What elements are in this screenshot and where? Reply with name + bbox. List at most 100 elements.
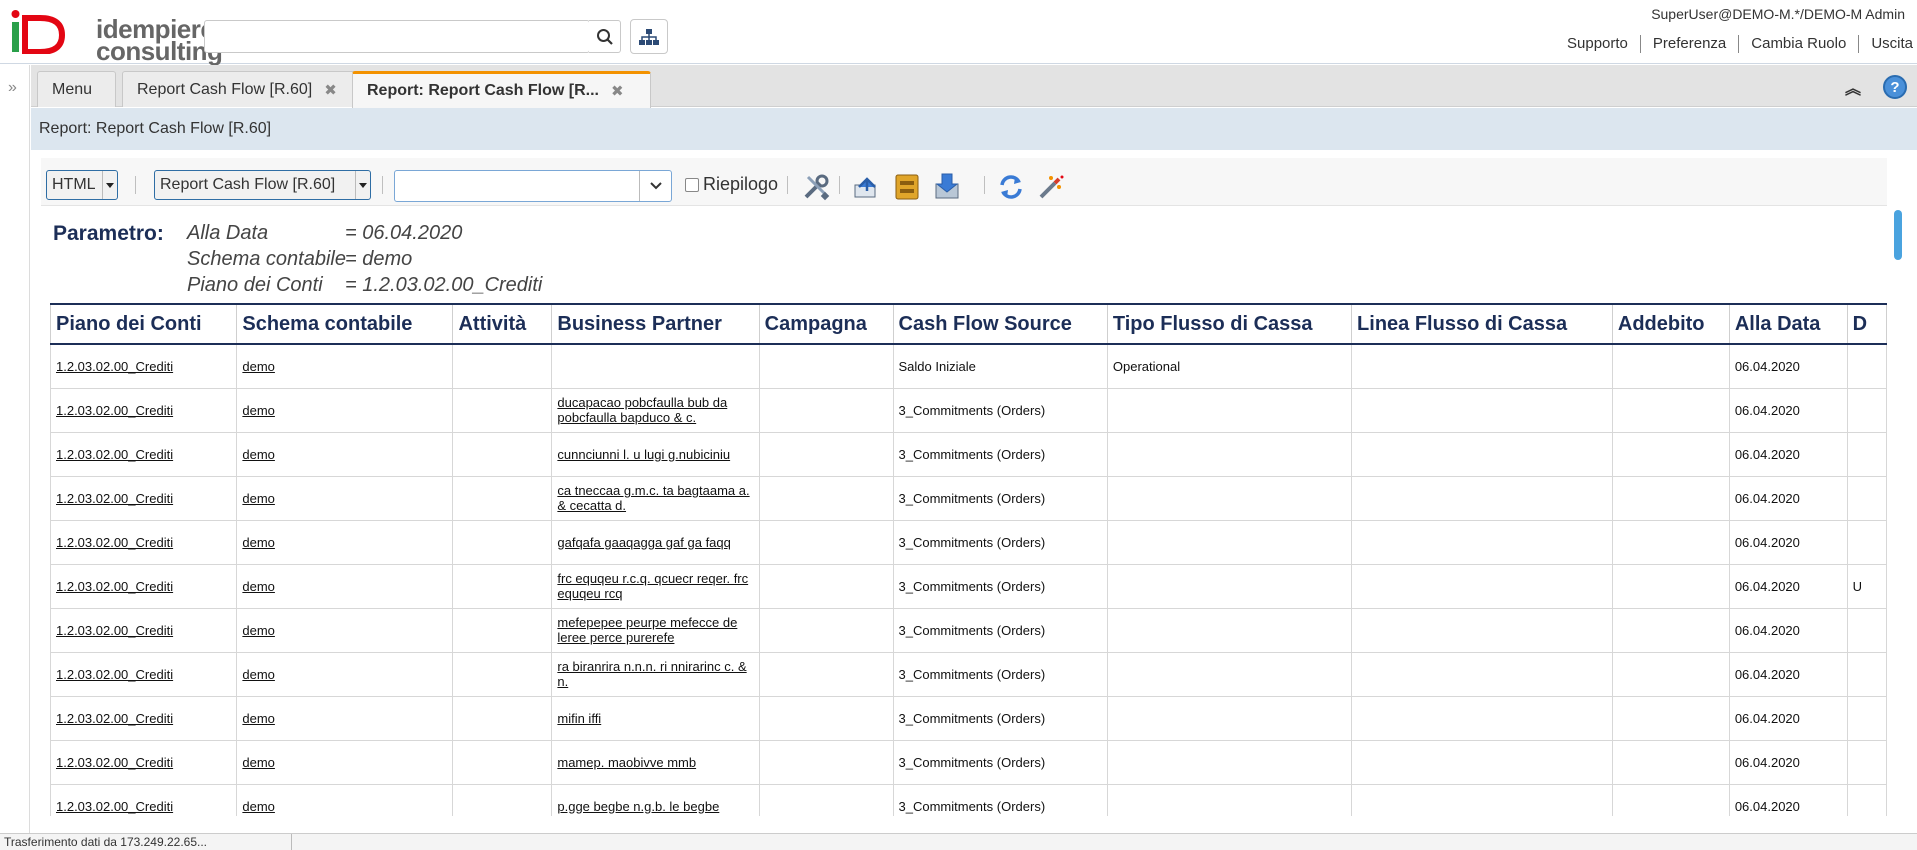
table-cell[interactable]: demo (236, 475, 454, 521)
table-cell[interactable]: ra biranrira n.n.n. ri nnirarinc c. & n. (551, 651, 760, 697)
drill-link[interactable]: 1.2.03.02.00_Crediti (56, 667, 173, 682)
combobox-button[interactable] (639, 171, 671, 201)
column-header[interactable]: Alla Data (1728, 303, 1848, 345)
table-cell[interactable]: demo (236, 563, 454, 609)
help-icon[interactable]: ? (1883, 75, 1907, 99)
table-cell[interactable]: cunnciunni l. u lugi g.nubiciniu (551, 431, 760, 477)
drill-link[interactable]: frc equqeu r.c.q. qcuecr reqer. frc equq… (557, 571, 748, 601)
drill-link[interactable]: mamep. maobivve mmb (557, 755, 696, 770)
drill-link[interactable]: 1.2.03.02.00_Crediti (56, 403, 173, 418)
close-icon[interactable]: ✖ (324, 81, 337, 99)
tab-menu[interactable]: Menu (37, 71, 116, 107)
checkbox[interactable] (685, 177, 699, 192)
company-logo[interactable]: idempiere consulting (10, 8, 223, 64)
archive-button[interactable] (892, 172, 922, 202)
drill-link[interactable]: ca tneccaa g.m.c. ta bagtaama a. & cecat… (557, 483, 749, 513)
table-cell[interactable]: 1.2.03.02.00_Crediti (49, 431, 238, 477)
table-cell[interactable]: 1.2.03.02.00_Crediti (49, 563, 238, 609)
column-header[interactable]: Attività (452, 303, 553, 345)
table-cell[interactable]: demo (236, 387, 454, 433)
table-cell[interactable]: p.gge begbe n.g.b. le begbe (551, 783, 760, 816)
drill-link[interactable]: mefepepee peurpe mefecce de leree perce … (557, 615, 737, 645)
drill-link[interactable]: demo (242, 711, 275, 726)
drill-link[interactable]: 1.2.03.02.00_Crediti (56, 491, 173, 506)
search-button[interactable] (589, 20, 621, 53)
table-cell[interactable]: demo (236, 783, 454, 816)
support-link[interactable]: Supporto (1555, 35, 1641, 53)
send-mail-button[interactable] (852, 172, 882, 202)
table-cell[interactable]: 1.2.03.02.00_Crediti (49, 651, 238, 697)
drill-link[interactable]: 1.2.03.02.00_Crediti (56, 799, 173, 814)
column-header[interactable]: Tipo Flusso di Cassa (1106, 303, 1353, 345)
close-icon[interactable]: ✖ (611, 82, 624, 100)
table-cell[interactable]: 1.2.03.02.00_Crediti (49, 519, 238, 565)
customize-button[interactable] (801, 172, 831, 202)
scrollbar-thumb[interactable] (1894, 210, 1902, 260)
drill-link[interactable]: 1.2.03.02.00_Crediti (56, 623, 173, 638)
drill-link[interactable]: ra biranrira n.n.n. ri nnirarinc c. & n. (557, 659, 746, 689)
global-search-input[interactable] (204, 20, 590, 53)
column-header[interactable]: Schema contabile (236, 303, 454, 345)
drill-link[interactable]: ducapacao pobcfaulla bub da pobcfaulla b… (557, 395, 727, 425)
drill-link[interactable]: 1.2.03.02.00_Crediti (56, 579, 173, 594)
table-cell[interactable]: ca tneccaa g.m.c. ta bagtaama a. & cecat… (551, 475, 760, 521)
table-cell[interactable]: ducapacao pobcfaulla bub da pobcfaulla b… (551, 387, 760, 433)
drill-link[interactable]: demo (242, 403, 275, 418)
table-cell[interactable]: demo (236, 739, 454, 785)
preferences-link[interactable]: Preferenza (1641, 35, 1740, 53)
drill-link[interactable]: demo (242, 359, 275, 374)
drill-link[interactable]: demo (242, 447, 275, 462)
drill-link[interactable]: demo (242, 491, 275, 506)
drill-link[interactable]: cunnciunni l. u lugi g.nubiciniu (557, 447, 730, 462)
format-select[interactable]: HTML (46, 170, 118, 200)
table-cell[interactable]: demo (236, 343, 454, 389)
menu-tree-button[interactable] (630, 19, 668, 54)
column-header[interactable]: Piano dei Conti (49, 303, 238, 345)
table-cell[interactable]: demo (236, 651, 454, 697)
wizard-button[interactable] (1036, 172, 1066, 202)
table-cell[interactable]: mifin iffi (551, 695, 760, 741)
drill-link[interactable]: mifin iffi (557, 711, 601, 726)
column-header[interactable]: Addebito (1611, 303, 1730, 345)
drill-link[interactable]: demo (242, 535, 275, 550)
drill-link[interactable]: p.gge begbe n.g.b. le begbe (557, 799, 719, 814)
column-header[interactable]: D (1846, 303, 1887, 345)
tab-report-viewer[interactable]: Report: Report Cash Flow [R... ✖ (352, 71, 651, 108)
drill-link[interactable]: 1.2.03.02.00_Crediti (56, 755, 173, 770)
table-cell[interactable]: 1.2.03.02.00_Crediti (49, 387, 238, 433)
tab-report-cash-flow[interactable]: Report Cash Flow [R.60] ✖ (122, 71, 378, 107)
table-cell[interactable]: mamep. maobivve mmb (551, 739, 760, 785)
table-cell[interactable]: demo (236, 431, 454, 477)
table-cell[interactable]: mefepepee peurpe mefecce de leree perce … (551, 607, 760, 653)
drill-link[interactable]: demo (242, 579, 275, 594)
collapse-header-icon[interactable]: ︽ (1845, 75, 1861, 99)
summary-checkbox[interactable]: Riepilogo (685, 174, 778, 195)
column-header[interactable]: Campagna (758, 303, 894, 345)
vertical-scrollbar[interactable] (1893, 208, 1903, 816)
table-cell[interactable]: 1.2.03.02.00_Crediti (49, 343, 238, 389)
drill-link[interactable]: 1.2.03.02.00_Crediti (56, 447, 173, 462)
table-cell[interactable]: 1.2.03.02.00_Crediti (49, 695, 238, 741)
logout-link[interactable]: Uscita (1859, 35, 1917, 53)
table-cell[interactable]: demo (236, 519, 454, 565)
drill-link[interactable]: demo (242, 667, 275, 682)
drill-link[interactable]: demo (242, 755, 275, 770)
drill-link[interactable]: demo (242, 623, 275, 638)
change-role-link[interactable]: Cambia Ruolo (1739, 35, 1860, 53)
export-button[interactable] (932, 172, 962, 202)
table-cell[interactable]: demo (236, 695, 454, 741)
print-format-combobox[interactable] (394, 170, 672, 202)
expand-panel-icon[interactable]: » (8, 79, 17, 97)
table-cell[interactable]: 1.2.03.02.00_Crediti (49, 607, 238, 653)
drill-link[interactable]: 1.2.03.02.00_Crediti (56, 711, 173, 726)
drill-link[interactable]: 1.2.03.02.00_Crediti (56, 535, 173, 550)
table-cell[interactable]: 1.2.03.02.00_Crediti (49, 783, 238, 816)
table-cell[interactable]: frc equqeu r.c.q. qcuecr reqer. frc equq… (551, 563, 760, 609)
drill-link[interactable]: 1.2.03.02.00_Crediti (56, 359, 173, 374)
column-header[interactable]: Cash Flow Source (892, 303, 1108, 345)
column-header[interactable]: Linea Flusso di Cassa (1351, 303, 1613, 345)
table-cell[interactable]: gafqafa gaaqagga gaf ga faqq (551, 519, 760, 565)
table-cell[interactable]: 1.2.03.02.00_Crediti (49, 739, 238, 785)
table-cell[interactable]: demo (236, 607, 454, 653)
report-select[interactable]: Report Cash Flow [R.60] (154, 170, 371, 200)
